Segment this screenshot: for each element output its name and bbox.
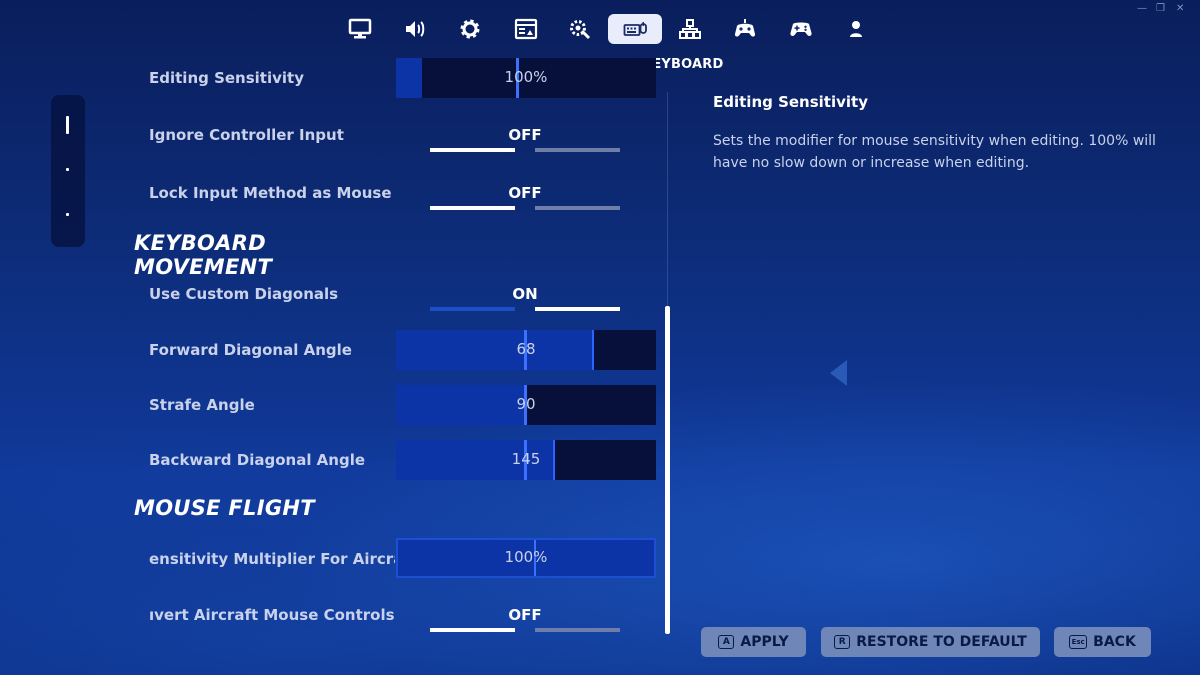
tab-video[interactable] bbox=[499, 14, 553, 44]
slider-value: 145 bbox=[511, 450, 541, 468]
setting-label-editing-sensitivity: Editing Sensitivity bbox=[149, 69, 304, 87]
use-custom-diagonals-value[interactable]: ON bbox=[430, 285, 620, 303]
aircraft-sensitivity-slider[interactable]: 100% bbox=[396, 538, 656, 578]
keyboard-mouse-icon bbox=[623, 22, 647, 36]
backward-diagonal-angle-slider[interactable]: 145 bbox=[396, 440, 656, 480]
setting-label-strafe-angle: Strafe Angle bbox=[149, 396, 255, 414]
restore-button[interactable]: ❐ bbox=[1156, 3, 1165, 14]
accessibility-icon bbox=[570, 20, 591, 40]
decorative-triangle bbox=[830, 360, 847, 386]
detail-description: Sets the modifier for mouse sensitivity … bbox=[713, 133, 1156, 171]
toggle-off-indicator bbox=[430, 307, 515, 311]
restore-label: RESTORE TO DEFAULT bbox=[856, 634, 1027, 650]
hierarchy-icon bbox=[679, 19, 701, 39]
toggle-on-indicator bbox=[535, 148, 620, 152]
setting-label-invert-aircraft: ıvert Aircraft Mouse Controls bbox=[149, 606, 395, 624]
strafe-angle-slider[interactable]: 90 bbox=[396, 385, 656, 425]
tab-controller[interactable] bbox=[774, 14, 828, 44]
detail-title: Editing Sensitivity bbox=[713, 93, 868, 111]
toggle-off-indicator bbox=[430, 148, 515, 152]
setting-label-forward-diagonal-angle: Forward Diagonal Angle bbox=[149, 341, 352, 359]
back-label: BACK bbox=[1093, 634, 1136, 650]
tab-game[interactable] bbox=[443, 14, 497, 44]
video-settings-icon bbox=[514, 18, 538, 40]
setting-label-backward-diagonal-angle: Backward Diagonal Angle bbox=[149, 451, 366, 469]
controller-touch-icon bbox=[734, 19, 756, 37]
close-button[interactable]: ✕ bbox=[1176, 3, 1184, 14]
slider-value: 100% bbox=[504, 548, 548, 566]
toggle-off-indicator bbox=[430, 628, 515, 632]
account-icon bbox=[850, 21, 862, 37]
toggle-on-indicator bbox=[535, 206, 620, 210]
apply-label: APPLY bbox=[740, 634, 789, 650]
slider-value: 68 bbox=[516, 340, 536, 358]
forward-diagonal-angle-slider[interactable]: 68 bbox=[396, 330, 656, 370]
back-button[interactable]: Esc BACK bbox=[1054, 627, 1151, 657]
editing-sensitivity-slider[interactable]: 100% bbox=[396, 58, 656, 98]
restore-default-button[interactable]: R RESTORE TO DEFAULT bbox=[821, 627, 1040, 657]
slider-value: 90 bbox=[516, 395, 536, 413]
gamepad-icon bbox=[790, 22, 812, 36]
tab-audio[interactable] bbox=[388, 14, 442, 44]
section-title-mouse-flight: MOUSE FLIGHT bbox=[134, 496, 315, 520]
tab-hierarchy[interactable] bbox=[663, 14, 717, 44]
apply-button[interactable]: A APPLY bbox=[701, 627, 806, 657]
settings-scrollbar[interactable] bbox=[665, 306, 670, 634]
tab-account[interactable] bbox=[829, 14, 883, 44]
audio-icon bbox=[406, 21, 425, 37]
setting-label-aircraft-sensitivity: ensitivity Multiplier For Aircra bbox=[149, 550, 395, 568]
tab-accessibility[interactable] bbox=[553, 14, 607, 44]
invert-aircraft-value[interactable]: OFF bbox=[430, 606, 620, 624]
settings-label-column: Editing Sensitivity Ignore Controller In… bbox=[0, 0, 395, 675]
key-r-icon: R bbox=[834, 635, 851, 649]
toggle-on-indicator bbox=[535, 307, 620, 311]
section-title-keyboard-movement: KEYBOARD MOVEMENT bbox=[134, 231, 273, 279]
gear-icon bbox=[460, 19, 480, 39]
setting-label-use-custom-diagonals: Use Custom Diagonals bbox=[149, 285, 339, 303]
setting-label-lock-input-method: Lock Input Method as Mouse bbox=[149, 184, 392, 202]
ignore-controller-input-value[interactable]: OFF bbox=[430, 126, 620, 144]
key-esc-icon: Esc bbox=[1069, 635, 1088, 649]
tab-mouse-keyboard[interactable] bbox=[608, 14, 662, 44]
toggle-off-indicator bbox=[430, 206, 515, 210]
key-a-icon: A bbox=[718, 635, 735, 649]
toggle-on-indicator bbox=[535, 628, 620, 632]
slider-value: 100% bbox=[504, 68, 548, 86]
minimize-button[interactable]: — bbox=[1137, 3, 1147, 14]
lock-input-method-value[interactable]: OFF bbox=[430, 184, 620, 202]
tab-controller-touch[interactable] bbox=[718, 14, 772, 44]
setting-label-ignore-controller-input: Ignore Controller Input bbox=[149, 126, 344, 144]
